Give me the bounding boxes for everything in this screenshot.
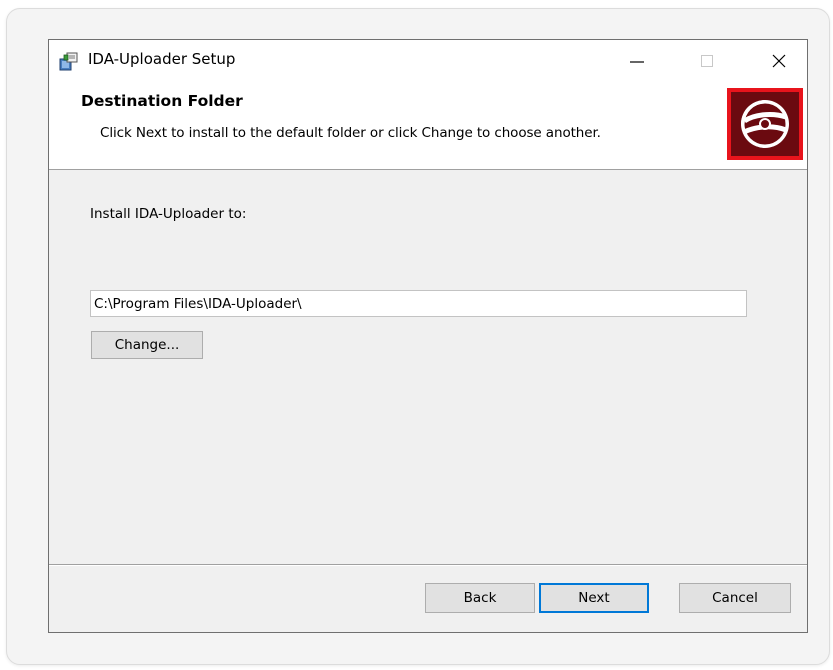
page-title: Destination Folder [81,92,243,110]
header-banner: Destination Folder Click Next to install… [49,81,807,170]
minimize-icon [630,60,644,63]
back-button[interactable]: Back [425,583,535,613]
change-button[interactable]: Change... [91,331,203,359]
installer-package-icon [58,50,80,72]
cancel-button[interactable]: Cancel [679,583,791,613]
install-path-field[interactable] [90,290,747,317]
setup-window: IDA-Uploader Setup Destination Folder Cl… [48,39,808,633]
maximize-button[interactable] [679,40,735,81]
close-icon [772,54,786,67]
close-button[interactable] [751,40,807,81]
cd-disc-logo-icon [727,88,803,160]
install-location-label: Install IDA-Uploader to: [90,206,247,222]
footer-divider [49,564,807,566]
title-bar[interactable]: IDA-Uploader Setup [49,40,807,81]
page-subtitle: Click Next to install to the default fol… [100,125,601,141]
maximize-icon [701,54,713,67]
window-title: IDA-Uploader Setup [88,50,236,68]
next-button[interactable]: Next [539,583,649,613]
minimize-button[interactable] [609,40,665,81]
